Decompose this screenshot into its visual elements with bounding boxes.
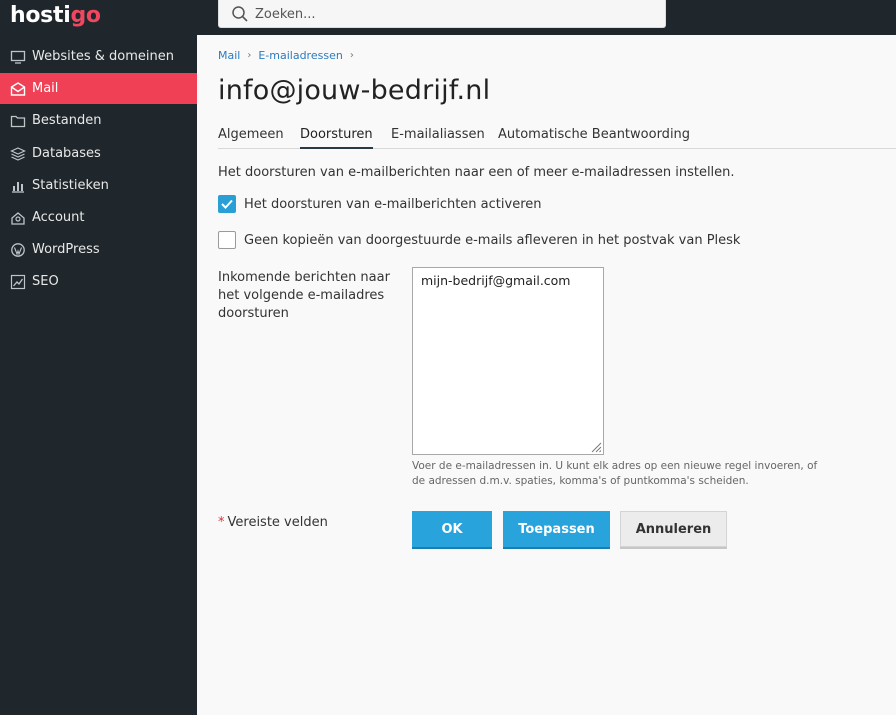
sidebar-item-account[interactable]: Account xyxy=(0,202,197,233)
breadcrumb-item-emailadressen[interactable]: E-mailadressen xyxy=(258,49,342,62)
forward-address-field: mijn-bedrijf@gmail.com xyxy=(412,267,604,455)
sidebar-item-websites[interactable]: Websites & domeinen xyxy=(0,41,197,72)
bar-chart-icon xyxy=(10,178,26,194)
no-copy-checkbox[interactable] xyxy=(218,231,236,249)
tab-doorsturen[interactable]: Doorsturen xyxy=(300,127,373,149)
sidebar-item-label: Mail xyxy=(32,81,59,96)
sidebar-item-databases[interactable]: Databases xyxy=(0,138,197,169)
sidebar-item-label: Databases xyxy=(32,146,101,161)
sidebar-item-label: Statistieken xyxy=(32,178,109,193)
chevron-right-icon: › xyxy=(349,50,354,61)
checkmark-icon xyxy=(221,199,233,209)
wordpress-icon xyxy=(10,242,26,258)
logo-main: hosti xyxy=(10,3,71,28)
page-title: info@jouw-bedrijf.nl xyxy=(218,75,491,106)
breadcrumb-item-mail[interactable]: Mail xyxy=(218,49,240,62)
checkbox-row-activate: Het doorsturen van e-mailberichten activ… xyxy=(218,195,542,213)
sidebar-item-mail[interactable]: Mail xyxy=(0,73,197,104)
required-star: * xyxy=(218,515,225,530)
sidebar-item-label: WordPress xyxy=(32,242,100,257)
sidebar-item-label: Bestanden xyxy=(32,113,102,128)
sidebar-item-label: Websites & domeinen xyxy=(32,49,174,64)
sidebar-item-seo[interactable]: SEO xyxy=(0,266,197,297)
form-description: Het doorsturen van e-mailberichten naar … xyxy=(218,165,735,180)
search-input[interactable] xyxy=(255,3,655,25)
tab-automatische-beantwoording[interactable]: Automatische Beantwoording xyxy=(498,127,690,149)
sidebar-item-bestanden[interactable]: Bestanden xyxy=(0,105,197,136)
seo-chart-icon xyxy=(10,274,26,290)
logo-accent: go xyxy=(70,3,101,28)
resize-grip-icon[interactable] xyxy=(590,441,602,453)
envelope-icon xyxy=(10,81,26,97)
breadcrumb: Mail › E-mailadressen › xyxy=(218,49,361,62)
cancel-button[interactable]: Annuleren xyxy=(620,511,727,547)
no-copy-label[interactable]: Geen kopieën van doorgestuurde e-mails a… xyxy=(244,233,740,248)
top-bar: hostigo xyxy=(0,0,896,35)
tab-algemeen[interactable]: Algemeen xyxy=(218,127,284,149)
main-content: Mail › E-mailadressen › info@jouw-bedrij… xyxy=(197,35,896,715)
chevron-right-icon: › xyxy=(247,50,252,61)
folder-icon xyxy=(10,113,26,129)
search-icon xyxy=(232,6,248,22)
required-fields-note: * Vereiste velden xyxy=(218,515,328,530)
apply-button[interactable]: Toepassen xyxy=(503,511,610,547)
monitor-icon xyxy=(10,49,26,65)
layers-icon xyxy=(10,146,26,162)
sidebar-item-label: SEO xyxy=(32,274,59,289)
activate-forwarding-label[interactable]: Het doorsturen van e-mailberichten activ… xyxy=(244,197,542,212)
forward-address-hint: Voer de e-mailadressen in. U kunt elk ad… xyxy=(412,460,818,487)
sidebar-item-statistieken[interactable]: Statistieken xyxy=(0,170,197,201)
account-icon xyxy=(10,210,26,226)
sidebar: Websites & domeinen Mail Bestanden Datab… xyxy=(0,35,197,715)
logo[interactable]: hostigo xyxy=(10,2,101,30)
tab-emailaliassen[interactable]: E-mailaliassen xyxy=(391,127,485,149)
sidebar-item-label: Account xyxy=(32,210,85,225)
forward-address-textarea[interactable]: mijn-bedrijf@gmail.com xyxy=(412,267,604,455)
tab-bar: Algemeen Doorsturen E-mailaliassen Autom… xyxy=(218,126,896,149)
checkbox-row-nocopy: Geen kopieën van doorgestuurde e-mails a… xyxy=(218,231,740,249)
search-bar xyxy=(218,0,666,28)
sidebar-item-wordpress[interactable]: WordPress xyxy=(0,234,197,265)
activate-forwarding-checkbox[interactable] xyxy=(218,195,236,213)
forward-address-label: Inkomende berichten naar het volgende e-… xyxy=(218,270,390,321)
required-fields-label: Vereiste velden xyxy=(227,515,328,530)
ok-button[interactable]: OK xyxy=(412,511,492,547)
